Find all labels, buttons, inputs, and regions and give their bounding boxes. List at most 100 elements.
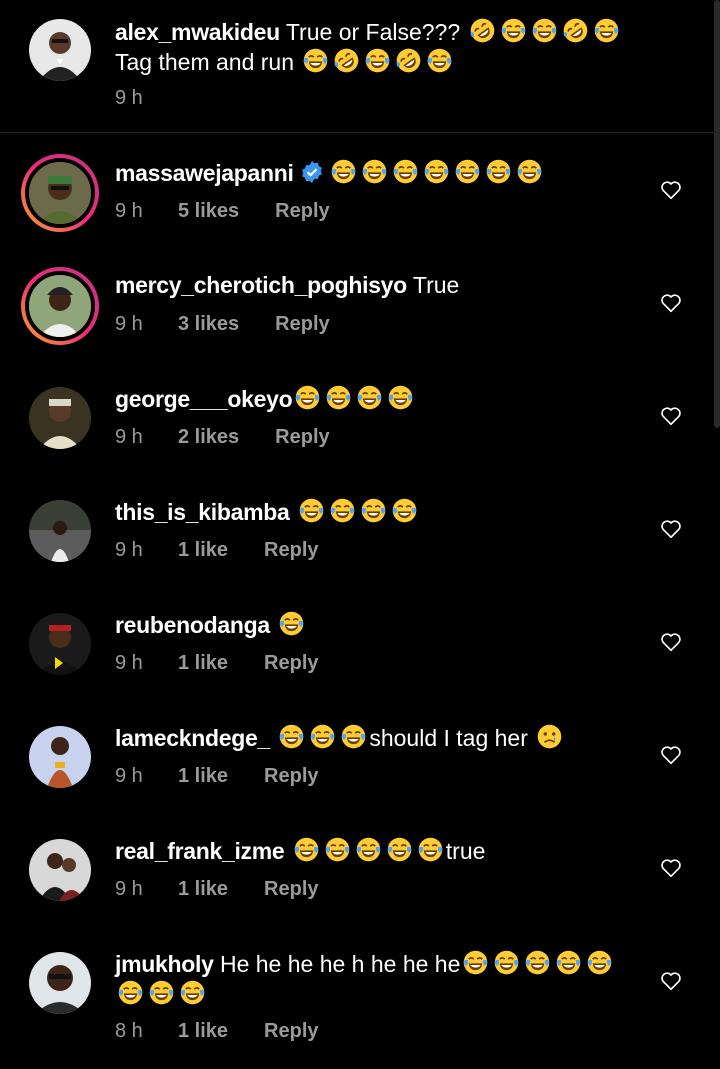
comment-meta: 9 h 3 likes Reply [115,313,330,336]
likes-count[interactable]: 1 like [178,1020,228,1043]
caption-line2: Tag them and run [115,49,295,75]
comment-item: jmukholy He he he he h he he he 8 h 1 li… [0,943,720,1069]
heart-icon[interactable] [660,405,682,427]
joy-emoji [356,384,383,411]
joy-emoji [524,949,551,976]
avatar[interactable] [29,387,91,449]
post-caption: alex_mwakideu True or False??? Tag them … [0,0,720,133]
reply-button[interactable]: Reply [264,878,318,901]
username[interactable]: alex_mwakideu [115,19,280,45]
likes-count[interactable]: 2 likes [178,426,239,449]
avatar[interactable] [29,613,91,675]
timestamp: 9 h [115,87,143,109]
caption-text: alex_mwakideu True or False??? Tag them … [115,17,642,77]
avatar[interactable] [21,267,99,345]
heart-icon[interactable] [660,970,682,992]
reply-button[interactable]: Reply [264,539,318,562]
comment-text: lameckndege_ should I tag her [115,723,642,753]
reply-button[interactable]: Reply [264,765,318,788]
comment-body: should I tag her [369,725,528,751]
username[interactable]: reubenodanga [115,612,270,638]
emoji-group [292,386,416,412]
username[interactable]: george___okeyo [115,386,293,412]
emoji-group [276,612,307,638]
joy-emoji [454,158,481,185]
comment-item: real_frank_izme true 9 h 1 like Reply [0,830,720,943]
joy-emoji [330,158,357,185]
likes-count[interactable]: 3 likes [178,313,239,336]
emoji-group [291,838,446,864]
joy-emoji [531,17,558,44]
heart-icon[interactable] [660,744,682,766]
joy-emoji [361,158,388,185]
comment-meta: 9 h 1 like Reply [115,878,319,901]
joy-emoji [324,836,351,863]
comment-item: massawejapanni 9 h 5 likes Reply [0,152,720,265]
avatar[interactable] [29,839,91,901]
avatar[interactable] [29,952,91,1014]
username[interactable]: massawejapanni [115,160,294,186]
comment-meta: 9 h 5 likes Reply [115,200,330,223]
comment-text: massawejapanni [115,158,642,188]
username[interactable]: lameckndege_ [115,725,270,751]
caption-body: True or False??? [285,19,461,45]
joy-emoji [360,497,387,524]
joy-emoji [309,723,336,750]
joy-emoji [355,836,382,863]
joy-emoji [325,384,352,411]
joy-emoji [386,836,413,863]
likes-count[interactable]: 1 like [178,878,228,901]
avatar[interactable] [21,154,99,232]
timestamp: 9 h [115,539,143,561]
comment-meta: 9 h 1 like Reply [115,652,319,675]
avatar[interactable] [29,19,91,81]
joy-emoji [423,158,450,185]
joy-emoji [485,158,512,185]
heart-icon[interactable] [660,857,682,879]
timestamp: 9 h [115,878,143,900]
username[interactable]: this_is_kibamba [115,499,290,525]
verified-badge-icon [300,160,324,184]
comment-item: lameckndege_ should I tag her 9 h 1 like… [0,717,720,830]
reply-button[interactable]: Reply [264,1020,318,1043]
joy-emoji [148,979,175,1006]
emoji-group [300,49,455,75]
timestamp: 9 h [115,652,143,674]
joy-emoji [586,949,613,976]
username[interactable]: jmukholy [115,951,214,977]
comment-text: reubenodanga [115,610,642,640]
reply-button[interactable]: Reply [275,200,329,223]
emoji-group [276,725,369,751]
crying-emoji [536,723,563,750]
likes-count[interactable]: 1 like [178,539,228,562]
reply-button[interactable]: Reply [275,313,329,336]
heart-icon[interactable] [660,518,682,540]
likes-count[interactable]: 5 likes [178,200,239,223]
joy-emoji [493,949,520,976]
likes-count[interactable]: 1 like [178,765,228,788]
username[interactable]: real_frank_izme [115,838,285,864]
heart-icon[interactable] [660,292,682,314]
comment-item: george___okeyo 9 h 2 likes Reply [0,378,720,491]
timestamp: 9 h [115,200,143,222]
joy-emoji [462,949,489,976]
avatar[interactable] [29,726,91,788]
rolling-laughing-emoji [469,17,496,44]
avatar[interactable] [29,500,91,562]
emoji-group [296,499,420,525]
reply-button[interactable]: Reply [275,426,329,449]
joy-emoji [417,836,444,863]
joy-emoji [340,723,367,750]
joy-emoji [278,723,305,750]
timestamp: 9 h [115,765,143,787]
likes-count[interactable]: 1 like [178,652,228,675]
heart-icon[interactable] [660,631,682,653]
comment-item: mercy_cherotich_poghisyo True 9 h 3 like… [0,265,720,378]
joy-emoji [593,17,620,44]
timestamp: 9 h [115,426,143,448]
heart-icon[interactable] [660,179,682,201]
joy-emoji [294,384,321,411]
reply-button[interactable]: Reply [264,652,318,675]
username[interactable]: mercy_cherotich_poghisyo [115,272,407,298]
joy-emoji [555,949,582,976]
